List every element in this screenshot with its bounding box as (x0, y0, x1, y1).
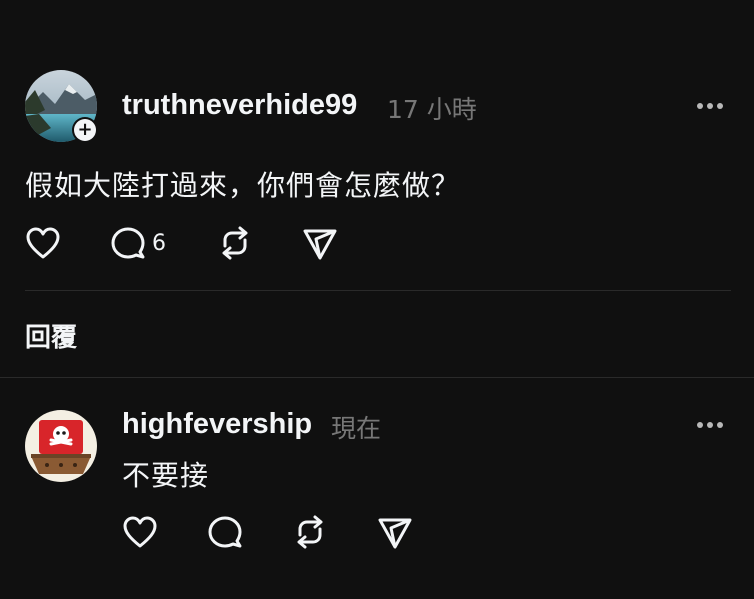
comment-button[interactable]: 6 (110, 226, 166, 260)
heart-icon (26, 227, 60, 259)
more-dot (707, 103, 713, 109)
more-dot (717, 103, 723, 109)
more-dot (717, 422, 723, 428)
follow-button[interactable]: + (72, 117, 98, 143)
post-text: 假如大陸打過來，你們會怎麼做？ (25, 169, 461, 202)
plus-icon: + (74, 119, 96, 141)
heart-icon (123, 516, 157, 548)
reply-author-username[interactable]: highfevership (122, 408, 312, 441)
more-dot (707, 422, 713, 428)
post-author-username[interactable]: truthneverhide99 (122, 89, 357, 122)
share-button[interactable] (302, 227, 338, 261)
more-dots-icon (697, 103, 703, 109)
reply-text: 不要接 (122, 459, 210, 492)
reply-like-button[interactable] (122, 515, 158, 549)
comment-bubble-icon (111, 227, 145, 259)
reply-more-button[interactable] (697, 421, 727, 429)
reply-comment-button[interactable] (207, 515, 243, 549)
post-divider (25, 290, 731, 291)
reply-timestamp: 現在 (331, 414, 382, 443)
reply-repost-button[interactable] (292, 515, 328, 549)
repost-icon (222, 226, 248, 260)
post-more-button[interactable] (697, 102, 727, 110)
share-send-icon (303, 229, 337, 260)
reply-author-avatar[interactable] (25, 410, 97, 482)
repost-icon (297, 515, 323, 549)
replies-section-label: 回覆 (25, 323, 78, 353)
repost-button[interactable] (217, 226, 253, 260)
comment-bubble-icon (208, 516, 242, 548)
replies-divider (0, 377, 754, 378)
share-send-icon (378, 518, 412, 549)
reply-count: 6 (152, 230, 166, 256)
like-button[interactable] (25, 226, 61, 260)
reply-share-button[interactable] (377, 516, 413, 550)
more-dots-icon (697, 422, 703, 428)
post-timestamp: 17 小時 (387, 95, 477, 124)
